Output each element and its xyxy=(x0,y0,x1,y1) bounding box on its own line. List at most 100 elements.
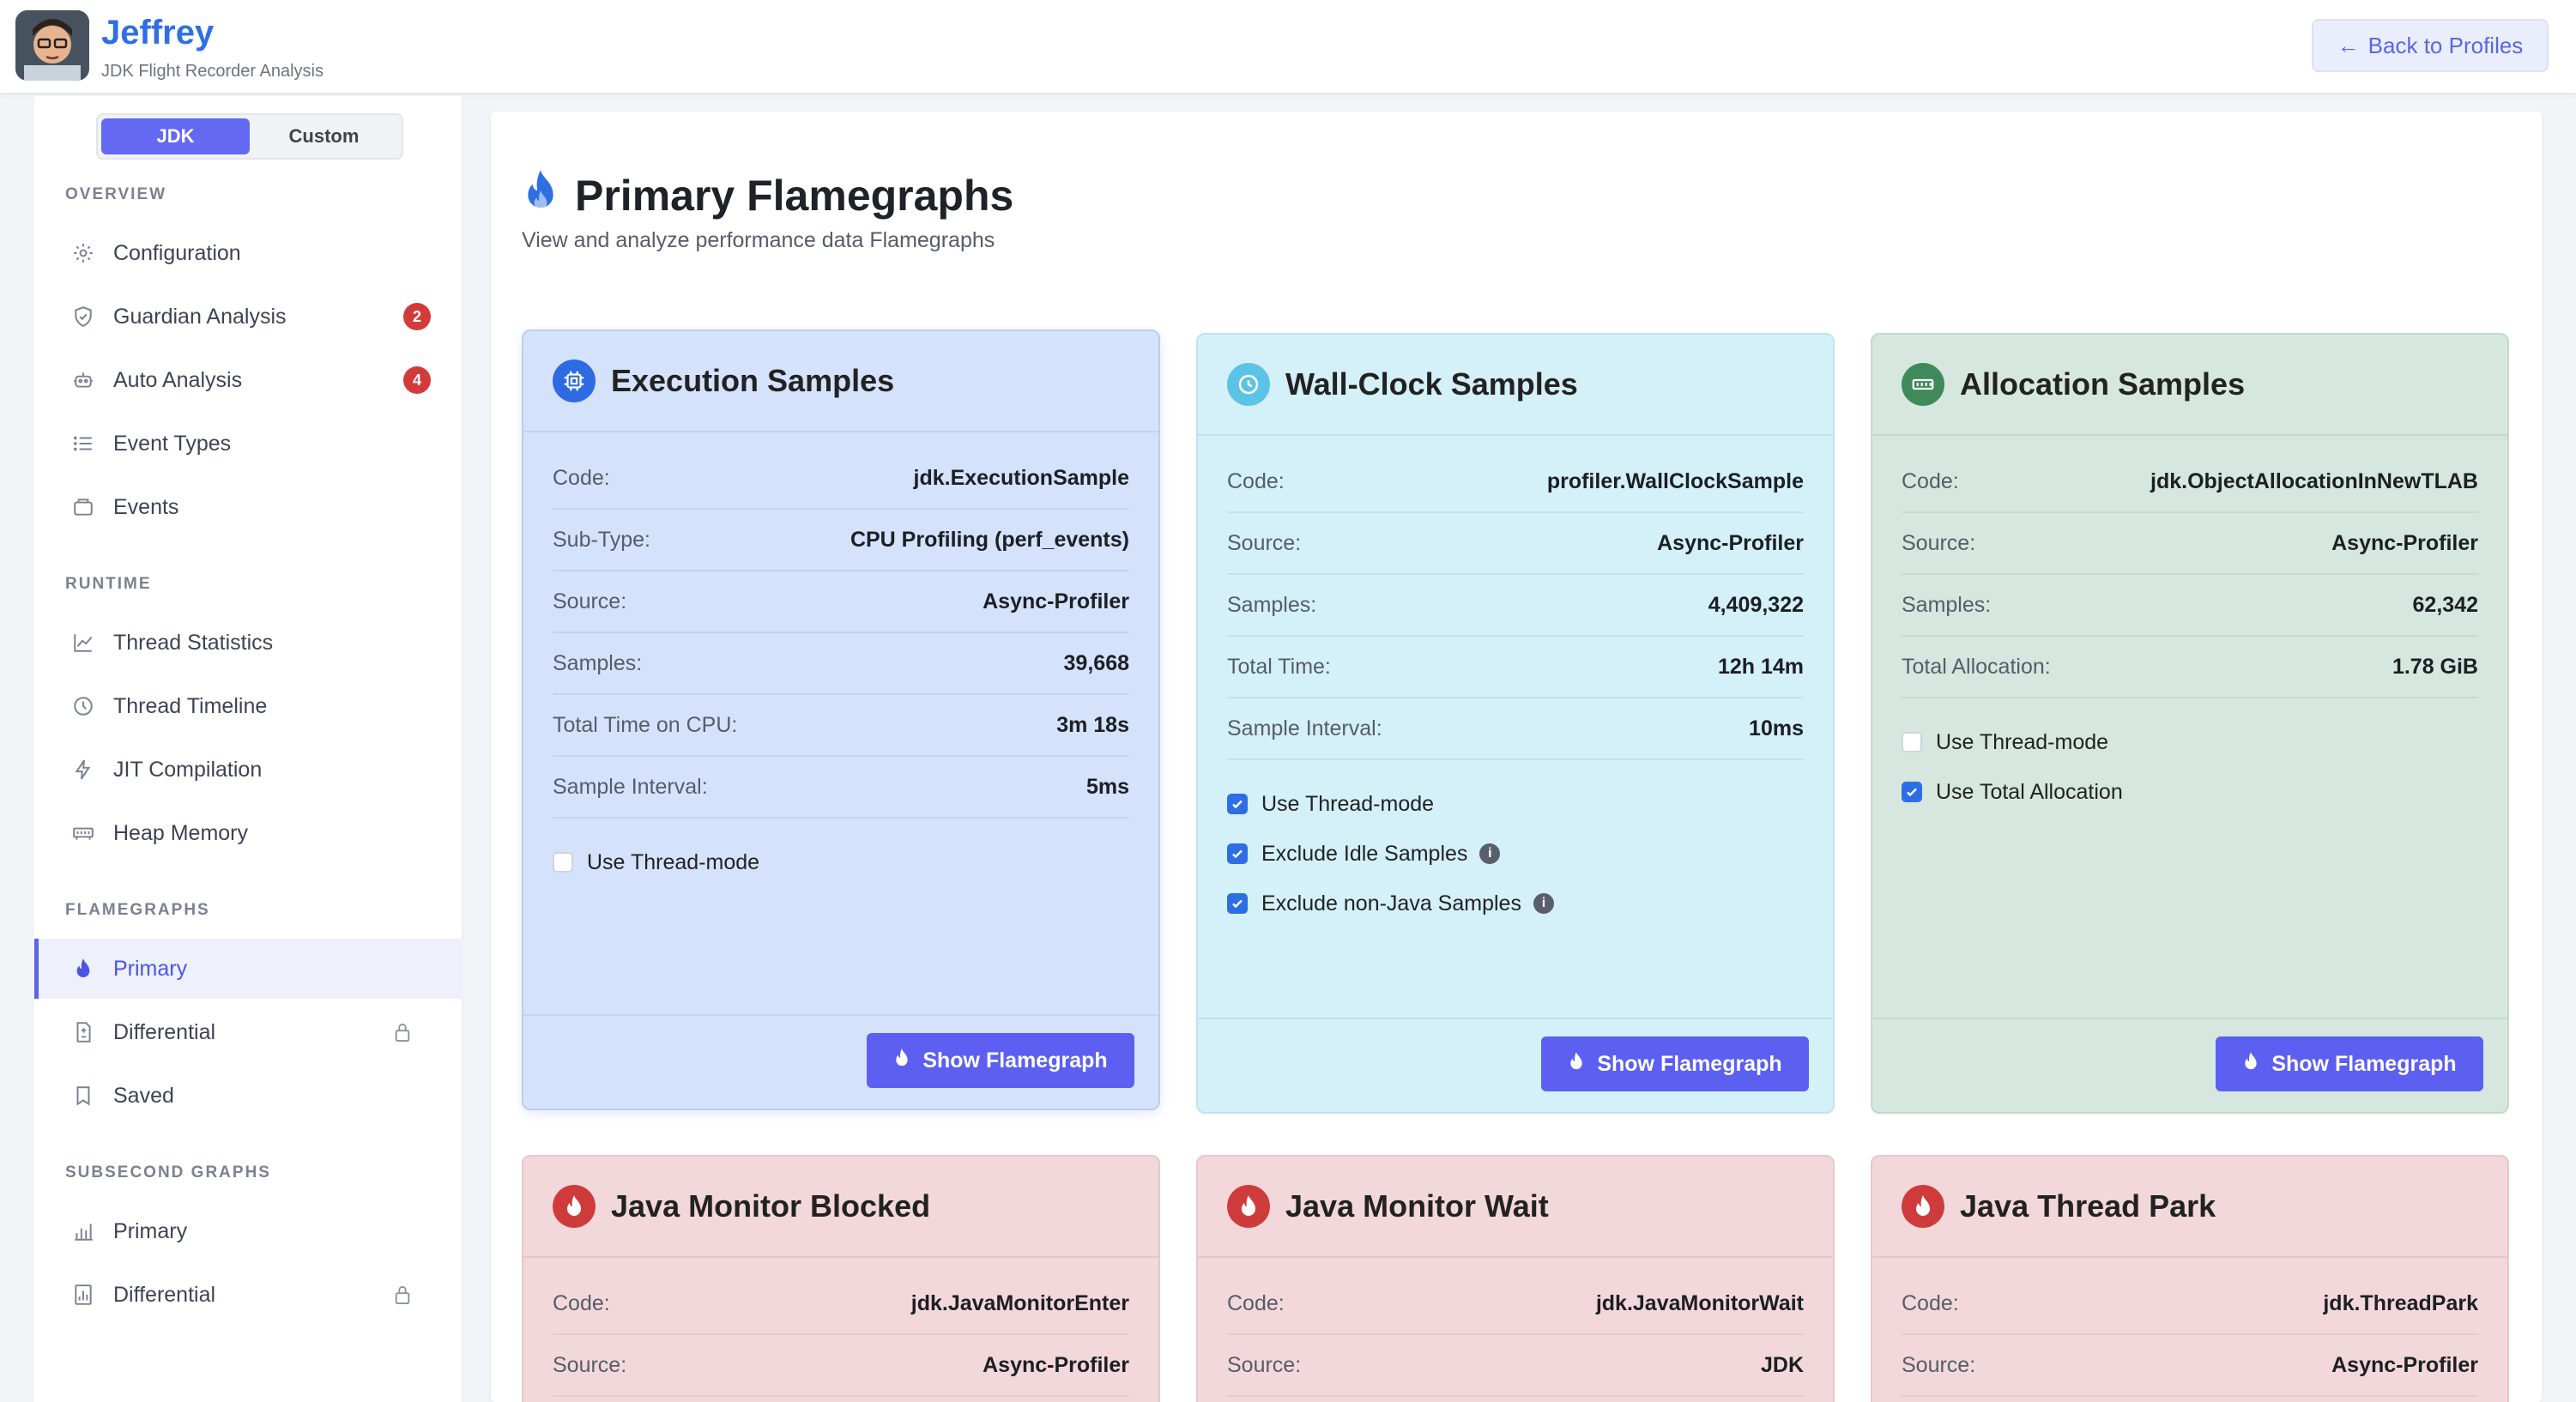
detail-key: Samples: xyxy=(1902,592,1992,617)
thread-mode-checkbox[interactable]: Use Thread-mode xyxy=(1227,779,1804,829)
flame-icon xyxy=(522,168,559,223)
sidebar-item-jit-compilation[interactable]: JIT Compilation xyxy=(34,740,463,800)
sidebar-item-thread-timeline[interactable]: Thread Timeline xyxy=(34,676,463,736)
checkbox-box[interactable] xyxy=(1227,843,1248,864)
sidebar-item-label: Auto Analysis xyxy=(113,367,243,392)
detail-row: Samples: 62,342 xyxy=(1902,575,2478,637)
sidebar-item-label: Differential xyxy=(113,1019,216,1044)
card-options: Use Thread-mode Exclude Idle Samples i E… xyxy=(1198,760,1833,928)
flame-icon xyxy=(893,1048,910,1074)
card-title: Java Monitor Blocked xyxy=(611,1188,931,1224)
detail-row: Source: Async-Profiler xyxy=(1902,513,2478,575)
checkbox-label: Use Thread-mode xyxy=(1261,791,1435,816)
detail-row: Code: profiler.WallClockSample xyxy=(1227,451,1804,513)
flame-icon xyxy=(2242,1051,2259,1078)
flamegraph-card-java-monitor-wait: Java Monitor Wait Code: jdk.JavaMonitorWa… xyxy=(1196,1155,1835,1402)
sidebar-item-flamegraph-primary[interactable]: Primary xyxy=(34,939,463,999)
checkbox-label: Exclude non-Java Samples xyxy=(1261,891,1521,916)
cpu-icon xyxy=(553,360,596,402)
checkbox-box[interactable] xyxy=(1902,732,1922,752)
sidebar-item-label: Differential xyxy=(113,1282,216,1307)
source-toggle: JDK Custom xyxy=(96,113,403,160)
card-title: Java Monitor Wait xyxy=(1285,1188,1549,1224)
sidebar-item-label: Guardian Analysis xyxy=(113,304,287,329)
button-label: Show Flamegraph xyxy=(1597,1051,1782,1076)
exclude-non-java-checkbox[interactable]: Exclude non-Java Samples i xyxy=(1227,879,1804,928)
gear-icon xyxy=(70,240,96,266)
flamegraph-card-execution-samples: Execution Samples Code: jdk.ExecutionSamp… xyxy=(522,329,1160,1110)
section-label-flamegraphs: FLAMEGRAPHS xyxy=(65,901,210,919)
section-label-runtime: RUNTIME xyxy=(65,575,152,593)
bar-chart-icon xyxy=(70,1218,96,1244)
sidebar-item-saved[interactable]: Saved xyxy=(34,1066,463,1126)
toggle-custom[interactable]: Custom xyxy=(250,118,398,154)
thread-mode-checkbox[interactable]: Use Thread-mode xyxy=(553,837,1129,887)
show-flamegraph-button[interactable]: Show Flamegraph xyxy=(1541,1036,1809,1091)
detail-value: Async-Profiler xyxy=(1657,530,1804,555)
sidebar-item-label: Primary xyxy=(113,956,188,981)
sidebar-item-subsecond-primary[interactable]: Primary xyxy=(34,1201,463,1261)
detail-value: 62,342 xyxy=(2412,592,2478,617)
detail-row: Source: Async-Profiler xyxy=(1902,1335,2478,1397)
card-footer: Show Flamegraph xyxy=(523,1014,1158,1109)
checkbox-box[interactable] xyxy=(553,852,573,873)
sidebar-item-flamegraph-differential[interactable]: Differential xyxy=(34,1002,463,1062)
section-label-subsecond-graphs: SUBSECOND GRAPHS xyxy=(65,1163,271,1181)
flamegraph-card-java-thread-park: Java Thread Park Code: jdk.ThreadPark Sou… xyxy=(1871,1155,2509,1402)
sidebar-item-event-types[interactable]: Event Types xyxy=(34,414,463,474)
sidebar-item-events[interactable]: Events xyxy=(34,477,463,537)
card-header: Java Monitor Wait xyxy=(1198,1157,1833,1258)
total-allocation-checkbox[interactable]: Use Total Allocation xyxy=(1902,767,2478,817)
sidebar-item-subsecond-differential[interactable]: Differential xyxy=(34,1265,463,1325)
sidebar-item-auto-analysis[interactable]: Auto Analysis 4 xyxy=(34,350,463,410)
flame-icon xyxy=(70,956,96,982)
checkbox-box[interactable] xyxy=(1227,893,1248,914)
sidebar-item-label: Primary xyxy=(113,1218,188,1243)
info-icon[interactable]: i xyxy=(1533,893,1554,914)
detail-key: Total Time: xyxy=(1227,654,1331,679)
detail-value: 10ms xyxy=(1749,716,1804,740)
show-flamegraph-button[interactable]: Show Flamegraph xyxy=(2216,1036,2483,1091)
back-button-label: Back to Profiles xyxy=(2367,32,2524,58)
sidebar-item-label: Thread Statistics xyxy=(113,630,274,655)
sidebar-item-configuration[interactable]: Configuration xyxy=(34,223,463,283)
card-header: Execution Samples xyxy=(523,331,1158,432)
sidebar-item-guardian-analysis[interactable]: Guardian Analysis 2 xyxy=(34,287,463,347)
exclude-idle-checkbox[interactable]: Exclude Idle Samples i xyxy=(1227,829,1804,879)
sidebar-item-thread-statistics[interactable]: Thread Statistics xyxy=(34,613,463,673)
detail-value: profiler.WallClockSample xyxy=(1546,468,1804,493)
thread-mode-checkbox[interactable]: Use Thread-mode xyxy=(1902,717,2478,767)
detail-key: Total Time on CPU: xyxy=(553,712,738,737)
detail-key: Code: xyxy=(553,465,610,490)
detail-value: 5ms xyxy=(1085,774,1129,799)
button-label: Show Flamegraph xyxy=(2271,1051,2457,1076)
main-content: Primary Flamegraphs View and analyze per… xyxy=(491,112,2542,1402)
app-logo[interactable] xyxy=(15,10,89,81)
card-details: Code: jdk.ThreadPark Source: Async-Profile… xyxy=(1872,1258,2507,1397)
detail-key: Source: xyxy=(1902,530,1976,555)
flame-icon xyxy=(553,1185,596,1228)
detail-row: Samples: 39,668 xyxy=(553,633,1129,695)
detail-key: Sample Interval: xyxy=(553,774,708,799)
shield-icon xyxy=(70,304,96,329)
flamegraph-card-allocation-samples: Allocation Samples Code: jdk.ObjectAlloca… xyxy=(1871,333,2509,1114)
page-title-text: Primary Flamegraphs xyxy=(575,172,1014,220)
detail-value: Async-Profiler xyxy=(983,1352,1129,1377)
card-details: Code: jdk.JavaMonitorWait Source: JDK xyxy=(1198,1258,1833,1397)
flame-icon xyxy=(1227,1185,1270,1228)
detail-row: Total Time: 12h 14m xyxy=(1227,637,1804,698)
show-flamegraph-button[interactable]: Show Flamegraph xyxy=(867,1033,1134,1088)
detail-row: Sub-Type: CPU Profiling (perf_events) xyxy=(553,510,1129,571)
checkbox-box[interactable] xyxy=(1227,794,1248,814)
detail-key: Sample Interval: xyxy=(1227,716,1382,740)
back-to-profiles-button[interactable]: ← Back to Profiles xyxy=(2312,19,2549,72)
detail-value: Async-Profiler xyxy=(2331,1352,2478,1377)
count-badge: 2 xyxy=(403,303,431,330)
app-subtitle: JDK Flight Recorder Analysis xyxy=(101,62,324,81)
info-icon[interactable]: i xyxy=(1479,843,1501,864)
sidebar-item-heap-memory[interactable]: Heap Memory xyxy=(34,803,463,863)
sidebar-item-label: Saved xyxy=(113,1083,174,1108)
toggle-jdk[interactable]: JDK xyxy=(101,118,250,154)
line-chart-icon xyxy=(70,630,96,656)
checkbox-box[interactable] xyxy=(1902,782,1922,802)
